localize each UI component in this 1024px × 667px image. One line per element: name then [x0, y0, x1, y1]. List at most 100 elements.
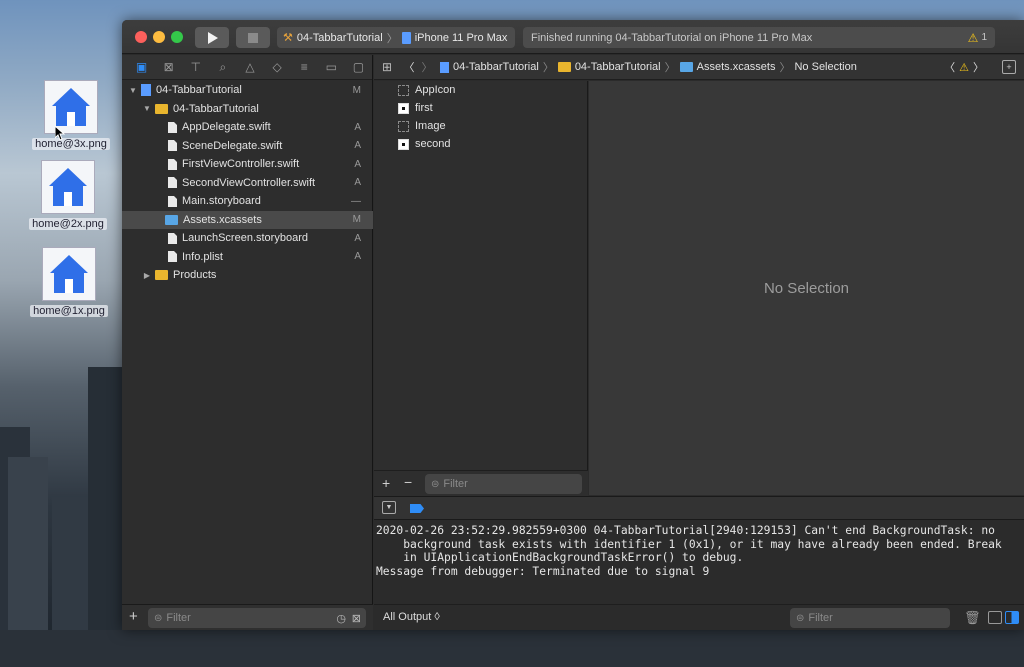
warning-badge[interactable]: ⚠ 1 — [968, 31, 987, 45]
tree-row-file[interactable]: SecondViewController.swift A — [122, 174, 373, 193]
scm-status: A — [354, 232, 361, 244]
disclosure-closed-icon: ▶ — [143, 270, 151, 280]
search-icon[interactable]: ⌕ — [209, 60, 236, 75]
console-view-toggle-icon[interactable] — [1005, 611, 1019, 624]
navigator-filter-field[interactable]: ⊜ Filter ◷ ⊠ — [148, 608, 366, 628]
mouse-cursor-icon — [54, 124, 66, 143]
breakpoints-toggle-icon[interactable] — [410, 504, 424, 513]
add-icon[interactable]: + — [382, 475, 390, 491]
stop-icon — [248, 32, 258, 43]
tree-row-label: SceneDelegate.swift — [182, 139, 283, 152]
asset-catalog-icon — [679, 62, 693, 72]
next-issue-icon[interactable]: 〉 — [973, 59, 984, 75]
forward-icon[interactable]: 〉 — [418, 59, 436, 75]
warning-icon[interactable]: ⚠ — [959, 61, 969, 74]
add-icon[interactable]: + — [129, 608, 138, 625]
status-text: Finished running 04-TabbarTutorial on iP… — [531, 31, 813, 44]
folder-icon[interactable]: ▣ — [128, 60, 155, 74]
asset-filter-field[interactable]: ⊜ Filter — [425, 474, 582, 494]
tree-row-file[interactable]: AppDelegate.swift A — [122, 118, 373, 137]
navigator-selector-bar: ▣ ⊠ ⊤ ⌕ △ ◇ ≡ ▭ ▢ — [122, 55, 372, 80]
source-control-icon[interactable]: ⊠ — [155, 60, 182, 74]
minimize-window-button[interactable] — [153, 31, 165, 43]
filter-placeholder: Filter — [808, 612, 833, 624]
scm-status: — — [351, 195, 361, 207]
tree-row-file[interactable]: FirstViewController.swift A — [122, 155, 373, 174]
hide-debug-area-icon[interactable]: ▼ — [382, 501, 396, 514]
jump-bar: ⊞ 〈 〉 04-TabbarTutorial 〉 04-TabbarTutor… — [374, 55, 1024, 80]
run-button[interactable] — [195, 27, 229, 48]
tree-row-label: Main.storyboard — [182, 195, 261, 208]
scheme-name: 04-TabbarTutorial — [296, 31, 383, 44]
tree-row-file[interactable]: SceneDelegate.swift A — [122, 137, 373, 156]
house-icon — [42, 247, 96, 301]
activity-status: Finished running 04-TabbarTutorial on iP… — [523, 27, 995, 48]
asset-list: AppIcon first Image second — [374, 81, 588, 495]
desktop-file-label: home@2x.png — [29, 218, 107, 230]
variables-view-toggle-icon[interactable] — [988, 611, 1002, 624]
console-output[interactable]: 2020-02-26 23:52:29.982559+0300 04-Tabba… — [374, 520, 1024, 604]
scm-status: A — [354, 140, 361, 152]
back-icon[interactable]: 〈 — [400, 59, 418, 75]
asset-item[interactable]: Image — [398, 117, 446, 135]
tree-row-file[interactable]: LaunchScreen.storyboard A — [122, 229, 373, 248]
scm-filter-icon[interactable]: ⊠ — [352, 612, 361, 625]
tree-row-file[interactable]: Info.plist A — [122, 248, 373, 267]
desktop-file-home-1x[interactable]: home@1x.png — [14, 247, 124, 317]
recent-files-icon[interactable]: ◷ — [336, 612, 346, 625]
desktop-file-label: home@1x.png — [30, 305, 108, 317]
add-editor-icon[interactable]: + — [1002, 60, 1016, 74]
debug-icon[interactable]: ≡ — [291, 60, 318, 74]
asset-item[interactable]: AppIcon — [398, 81, 455, 99]
filter-placeholder: Filter — [166, 612, 191, 624]
asset-catalog-icon — [165, 214, 178, 225]
desktop-file-home-3x[interactable]: home@3x.png — [16, 80, 126, 150]
trash-icon[interactable]: 🗑 — [964, 610, 981, 626]
breadcrumb-item[interactable]: 04-TabbarTutorial — [575, 61, 661, 73]
asset-name: first — [415, 102, 433, 114]
report-icon[interactable]: ▢ — [345, 60, 372, 74]
tree-row-group[interactable]: ▼ 04-TabbarTutorial — [122, 100, 373, 119]
breadcrumb-item[interactable]: Assets.xcassets — [697, 61, 776, 73]
breadcrumb-item[interactable]: No Selection — [794, 61, 856, 73]
desktop-file-home-2x[interactable]: home@2x.png — [13, 160, 123, 230]
asset-item[interactable]: first — [398, 99, 433, 117]
disclosure-open-icon: ▼ — [143, 104, 151, 114]
zoom-window-button[interactable] — [171, 31, 183, 43]
breadcrumb: 04-TabbarTutorial 〉 04-TabbarTutorial 〉 … — [440, 59, 857, 75]
hierarchy-icon[interactable]: ⊤ — [182, 60, 209, 74]
image-set-icon — [398, 120, 409, 132]
close-window-button[interactable] — [135, 31, 147, 43]
filter-icon: ⊜ — [154, 612, 163, 624]
breakpoint-icon[interactable]: ▭ — [318, 60, 345, 74]
previous-issue-icon[interactable]: 〈 — [944, 59, 955, 75]
test-icon[interactable]: ◇ — [264, 60, 291, 74]
breadcrumb-item[interactable]: 04-TabbarTutorial — [453, 61, 539, 73]
scm-status: A — [354, 251, 361, 263]
related-items-icon[interactable]: ⊞ — [374, 60, 400, 74]
remove-icon[interactable]: − — [404, 474, 412, 490]
console-filter-field[interactable]: ⊜ Filter — [790, 608, 950, 628]
tree-row-label: Products — [173, 269, 217, 282]
project-file-icon — [141, 84, 151, 97]
tree-row-file-selected[interactable]: Assets.xcassets M — [122, 210, 373, 229]
scheme-selector[interactable]: ⚒ 04-TabbarTutorial 〉 iPhone 11 Pro Max — [277, 27, 515, 48]
chevron-right-icon: 〉 — [542, 62, 554, 74]
tree-row-file[interactable]: Main.storyboard — — [122, 192, 373, 211]
image-set-icon — [398, 138, 409, 150]
issue-icon[interactable]: △ — [236, 60, 263, 74]
device-name: iPhone 11 Pro Max — [414, 31, 508, 44]
scm-status: A — [354, 158, 361, 170]
hammer-icon: ⚒ — [283, 32, 293, 44]
output-selector[interactable]: All Output ◊ — [383, 611, 440, 623]
asset-item[interactable]: second — [398, 135, 450, 153]
stop-button[interactable] — [236, 27, 270, 48]
chevron-right-icon: 〉 — [664, 62, 676, 74]
tree-row-products[interactable]: ▶ Products — [122, 266, 373, 285]
warning-count: 1 — [981, 32, 987, 43]
tree-row-project[interactable]: ▼ 04-TabbarTutorial M — [122, 81, 373, 100]
tree-row-label: LaunchScreen.storyboard — [182, 232, 308, 245]
image-set-icon — [398, 102, 409, 114]
asset-name: second — [415, 138, 451, 150]
filter-icon: ⊜ — [431, 478, 440, 490]
